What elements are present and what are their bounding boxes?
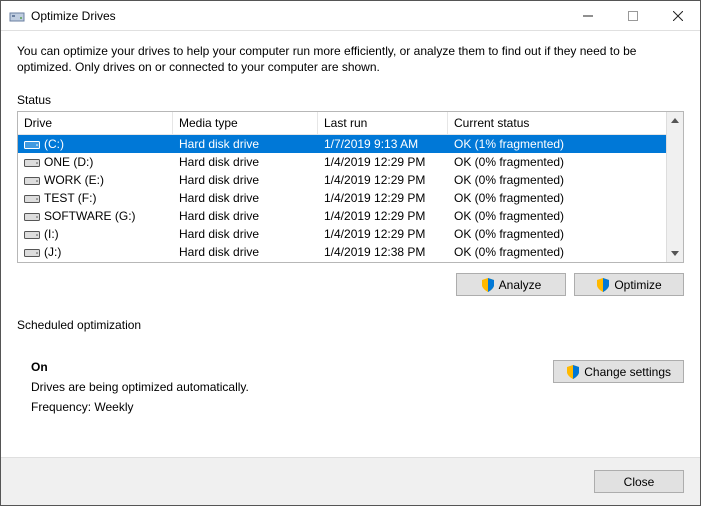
drive-media: Hard disk drive bbox=[173, 208, 318, 224]
titlebar: Optimize Drives bbox=[1, 1, 700, 31]
drive-status: OK (1% fragmented) bbox=[448, 136, 666, 152]
table-row[interactable]: TEST (F:) Hard disk drive1/4/2019 12:29 P… bbox=[18, 189, 666, 207]
drive-status: OK (0% fragmented) bbox=[448, 208, 666, 224]
drive-name: (J:) bbox=[44, 245, 61, 259]
optimize-button[interactable]: Optimize bbox=[574, 273, 684, 296]
drive-last-run: 1/4/2019 12:29 PM bbox=[318, 190, 448, 206]
app-icon bbox=[9, 8, 25, 24]
drive-last-run: 1/4/2019 12:38 PM bbox=[318, 244, 448, 260]
table-row[interactable]: SOFTWARE (G:) Hard disk drive1/4/2019 12:… bbox=[18, 207, 666, 225]
drive-last-run: 1/4/2019 12:29 PM bbox=[318, 226, 448, 242]
drive-name: (C:) bbox=[44, 137, 64, 151]
drive-icon bbox=[24, 246, 40, 258]
scroll-track[interactable] bbox=[667, 129, 683, 245]
column-media[interactable]: Media type bbox=[173, 112, 318, 134]
analyze-label: Analyze bbox=[499, 278, 542, 292]
minimize-button[interactable] bbox=[565, 1, 610, 31]
change-settings-button[interactable]: Change settings bbox=[553, 360, 684, 383]
shield-icon bbox=[596, 278, 610, 292]
drive-media: Hard disk drive bbox=[173, 172, 318, 188]
optimize-label: Optimize bbox=[614, 278, 661, 292]
table-row[interactable]: (J:) Hard disk drive1/4/2019 12:38 PMOK (… bbox=[18, 243, 666, 261]
table-row[interactable]: WORK (E:) Hard disk drive1/4/2019 12:29 P… bbox=[18, 171, 666, 189]
scheduled-on: On bbox=[31, 360, 249, 374]
change-settings-label: Change settings bbox=[584, 365, 671, 379]
content-area: You can optimize your drives to help you… bbox=[1, 31, 700, 457]
status-label: Status bbox=[17, 93, 684, 107]
drive-name: TEST (F:) bbox=[44, 191, 96, 205]
drive-media: Hard disk drive bbox=[173, 244, 318, 260]
drive-media: Hard disk drive bbox=[173, 190, 318, 206]
drive-media: Hard disk drive bbox=[173, 154, 318, 170]
column-drive[interactable]: Drive bbox=[18, 112, 173, 134]
table-row[interactable]: ONE (D:) Hard disk drive1/4/2019 12:29 PM… bbox=[18, 153, 666, 171]
scheduled-frequency: Frequency: Weekly bbox=[31, 400, 249, 414]
drive-last-run: 1/7/2019 9:13 AM bbox=[318, 136, 448, 152]
drive-status: OK (0% fragmented) bbox=[448, 172, 666, 188]
scheduled-section: On Drives are being optimized automatica… bbox=[17, 360, 684, 420]
drive-icon bbox=[24, 174, 40, 186]
drive-media: Hard disk drive bbox=[173, 136, 318, 152]
analyze-button[interactable]: Analyze bbox=[456, 273, 566, 296]
drive-status: OK (0% fragmented) bbox=[448, 154, 666, 170]
scrollbar[interactable] bbox=[666, 112, 683, 262]
window-title: Optimize Drives bbox=[31, 9, 116, 23]
close-button[interactable]: Close bbox=[594, 470, 684, 493]
drive-icon bbox=[24, 228, 40, 240]
drive-list-header[interactable]: Drive Media type Last run Current status bbox=[18, 112, 666, 135]
drive-name: ONE (D:) bbox=[44, 155, 93, 169]
drive-name: (I:) bbox=[44, 227, 59, 241]
table-row[interactable]: (I:) Hard disk drive1/4/2019 12:29 PMOK (… bbox=[18, 225, 666, 243]
drive-status: OK (0% fragmented) bbox=[448, 244, 666, 260]
drive-icon bbox=[24, 156, 40, 168]
scroll-up-button[interactable] bbox=[667, 112, 683, 129]
drive-last-run: 1/4/2019 12:29 PM bbox=[318, 154, 448, 170]
close-label: Close bbox=[624, 475, 655, 489]
drive-name: WORK (E:) bbox=[44, 173, 104, 187]
table-row[interactable]: (C:) Hard disk drive1/7/2019 9:13 AMOK (1… bbox=[18, 135, 666, 153]
shield-icon bbox=[481, 278, 495, 292]
drive-icon bbox=[24, 138, 40, 150]
drive-list-box: Drive Media type Last run Current status… bbox=[17, 111, 684, 263]
drive-last-run: 1/4/2019 12:29 PM bbox=[318, 208, 448, 224]
footer: Close bbox=[1, 457, 700, 505]
drive-icon bbox=[24, 192, 40, 204]
scheduled-label: Scheduled optimization bbox=[17, 318, 684, 332]
maximize-button[interactable] bbox=[610, 1, 655, 31]
column-status[interactable]: Current status bbox=[448, 112, 666, 134]
close-window-button[interactable] bbox=[655, 1, 700, 31]
shield-icon bbox=[566, 365, 580, 379]
description-text: You can optimize your drives to help you… bbox=[17, 43, 677, 75]
drive-last-run: 1/4/2019 12:29 PM bbox=[318, 172, 448, 188]
drive-status: OK (0% fragmented) bbox=[448, 226, 666, 242]
drive-name: SOFTWARE (G:) bbox=[44, 209, 136, 223]
drive-status: OK (0% fragmented) bbox=[448, 190, 666, 206]
drive-icon bbox=[24, 210, 40, 222]
column-last-run[interactable]: Last run bbox=[318, 112, 448, 134]
action-button-row: Analyze Optimize bbox=[17, 273, 684, 296]
scroll-down-button[interactable] bbox=[667, 245, 683, 262]
scheduled-info: On Drives are being optimized automatica… bbox=[17, 360, 249, 420]
drive-media: Hard disk drive bbox=[173, 226, 318, 242]
scheduled-detail: Drives are being optimized automatically… bbox=[31, 380, 249, 394]
drive-list[interactable]: Drive Media type Last run Current status… bbox=[18, 112, 666, 262]
